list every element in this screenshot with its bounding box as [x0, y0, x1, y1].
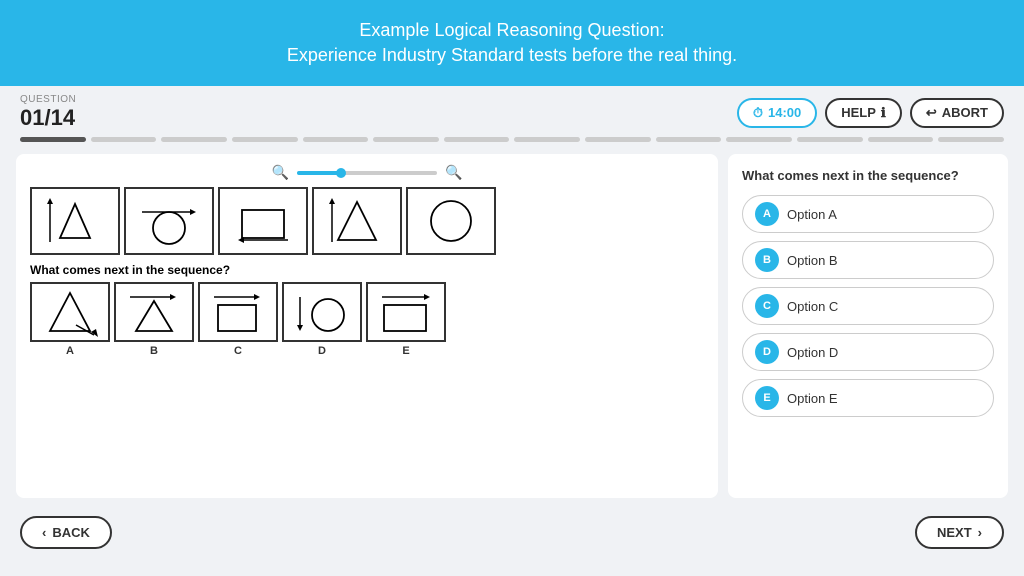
option-badge-d: D	[755, 340, 779, 364]
zoom-slider[interactable]	[297, 171, 437, 175]
question-actions: ⏱ 14:00 HELP ℹ ↩ ABORT	[737, 98, 1004, 128]
ans-img-e	[366, 282, 446, 342]
main-content: 🔍 🔍	[0, 146, 1024, 506]
clock-icon: ⏱	[753, 105, 763, 121]
abort-button[interactable]: ↩ ABORT	[910, 98, 1004, 128]
header-title: Example Logical Reasoning Question: Expe…	[20, 18, 1004, 68]
question-label: QUESTION	[20, 94, 76, 105]
ans-img-a	[30, 282, 110, 342]
zoom-handle[interactable]	[336, 168, 346, 178]
header: Example Logical Reasoning Question: Expe…	[0, 0, 1024, 86]
progress-bar	[0, 131, 1024, 146]
right-panel: What comes next in the sequence? A Optio…	[728, 154, 1008, 498]
option-badge-e: E	[755, 386, 779, 410]
seq-box-1	[30, 187, 120, 255]
question-info: QUESTION 01/14	[20, 94, 76, 131]
ans-img-b	[114, 282, 194, 342]
question-number: 01/14	[20, 105, 76, 131]
ans-box-b: B	[114, 282, 194, 357]
zoom-out-icon: 🔍	[272, 164, 289, 181]
answer-options-row: A B	[30, 282, 704, 357]
seq-box-2	[124, 187, 214, 255]
question-bar: QUESTION 01/14 ⏱ 14:00 HELP ℹ ↩ ABORT	[0, 86, 1024, 131]
abort-icon: ↩	[926, 105, 937, 121]
progress-segment-12	[797, 137, 863, 142]
zoom-controls: 🔍 🔍	[30, 164, 704, 181]
option-badge-a: A	[755, 202, 779, 226]
ans-letter-c: C	[234, 345, 242, 357]
ans-letter-d: D	[318, 345, 326, 357]
progress-segment-6	[373, 137, 439, 142]
timer-button[interactable]: ⏱ 14:00	[737, 98, 817, 128]
zoom-in-icon: 🔍	[445, 164, 462, 181]
back-icon: ‹	[42, 525, 46, 540]
option-badge-c: C	[755, 294, 779, 318]
ans-letter-b: B	[150, 345, 158, 357]
progress-segment-14	[938, 137, 1004, 142]
option-text-d: Option D	[787, 345, 838, 360]
seq-box-3	[218, 187, 308, 255]
help-button[interactable]: HELP ℹ	[825, 98, 902, 128]
progress-segment-5	[303, 137, 369, 142]
option-row-c[interactable]: C Option C	[742, 287, 994, 325]
ans-box-e: E	[366, 282, 446, 357]
answer-label: What comes next in the sequence?	[30, 263, 704, 277]
next-icon: ›	[978, 525, 982, 540]
ans-img-d	[282, 282, 362, 342]
progress-segment-4	[232, 137, 298, 142]
option-text-b: Option B	[787, 253, 838, 268]
ans-box-a: A	[30, 282, 110, 357]
progress-segment-10	[656, 137, 722, 142]
progress-segment-11	[726, 137, 792, 142]
option-text-e: Option E	[787, 391, 838, 406]
next-button[interactable]: NEXT ›	[915, 516, 1004, 549]
progress-segment-8	[514, 137, 580, 142]
ans-img-c	[198, 282, 278, 342]
progress-segment-9	[585, 137, 651, 142]
option-badge-b: B	[755, 248, 779, 272]
right-question: What comes next in the sequence?	[742, 168, 994, 183]
option-row-e[interactable]: E Option E	[742, 379, 994, 417]
seq-box-5	[406, 187, 496, 255]
seq-box-4	[312, 187, 402, 255]
ans-box-c: C	[198, 282, 278, 357]
option-text-c: Option C	[787, 299, 838, 314]
option-row-d[interactable]: D Option D	[742, 333, 994, 371]
ans-letter-e: E	[402, 345, 409, 357]
progress-segment-1	[20, 137, 86, 142]
left-panel: 🔍 🔍	[16, 154, 718, 498]
back-button[interactable]: ‹ BACK	[20, 516, 112, 549]
option-text-a: Option A	[787, 207, 837, 222]
footer: ‹ BACK NEXT ›	[0, 506, 1024, 559]
progress-segment-3	[161, 137, 227, 142]
info-icon: ℹ	[881, 105, 886, 121]
option-row-a[interactable]: A Option A	[742, 195, 994, 233]
ans-letter-a: A	[66, 345, 74, 357]
ans-box-d: D	[282, 282, 362, 357]
progress-segment-7	[444, 137, 510, 142]
sequence-row	[30, 187, 704, 255]
option-row-b[interactable]: B Option B	[742, 241, 994, 279]
progress-segment-2	[91, 137, 157, 142]
progress-segment-13	[868, 137, 934, 142]
